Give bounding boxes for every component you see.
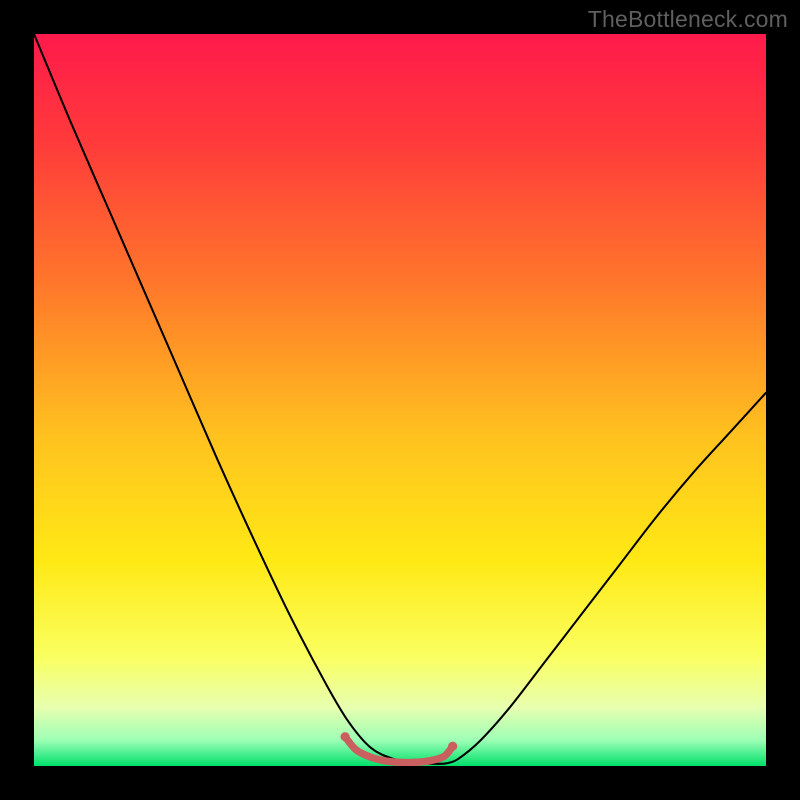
bottleneck-curve: [34, 34, 766, 764]
watermark-text: TheBottleneck.com: [588, 6, 788, 33]
plot-area: [34, 34, 766, 766]
flat-bottom-marker: [345, 737, 453, 763]
marker-dot: [340, 732, 349, 741]
marker-dot: [448, 742, 457, 751]
chart-svg: [34, 34, 766, 766]
chart-frame: TheBottleneck.com: [0, 0, 800, 800]
